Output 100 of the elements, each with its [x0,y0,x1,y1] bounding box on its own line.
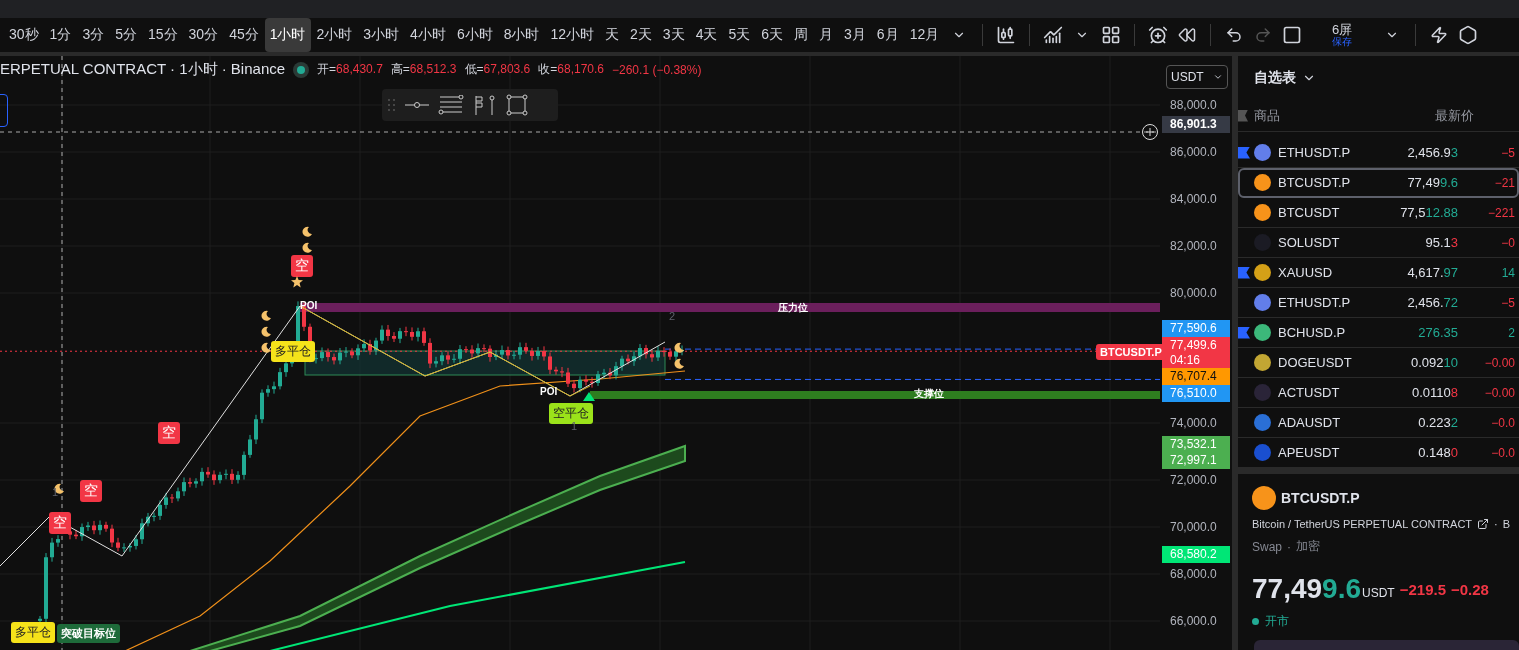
candle [110,524,114,548]
price-tick: 68,000.0 [1170,567,1217,581]
timeframe-tab[interactable]: 3月 [839,18,871,52]
timeframe-tab[interactable]: 8小时 [498,18,545,52]
timeframe-tab[interactable]: 3小时 [358,18,405,52]
currency-dropdown[interactable]: USDT [1166,65,1228,89]
candle [488,344,492,363]
column-header[interactable]: 商品 [1254,106,1374,125]
symbol-type: Swap [1252,539,1283,554]
flag-line-icon[interactable] [473,94,497,116]
chart-area[interactable] [0,56,1232,650]
timeframe-tab[interactable]: 月 [814,18,839,52]
price-change: −0 [1500,235,1516,250]
symbol-name: BTCUSDT.P [1278,175,1352,190]
candle [518,342,522,360]
candle [398,327,402,344]
symbol-name: XAUUSD [1278,265,1334,280]
column-header[interactable]: 最新价 [1374,106,1474,125]
watchlist-row[interactable]: ACTUSDT 0.01108 −0.00 [1238,378,1519,408]
price-tick: 74,000.0 [1170,416,1217,430]
timeframe-tab[interactable]: 3天 [657,18,690,52]
horizontal-line-icon[interactable] [405,100,429,110]
price-change: −5 [1500,145,1516,160]
coin-icon [1252,486,1276,510]
watchlist-row[interactable]: DOGEUSDT 0.09210 −0.00 [1238,348,1519,378]
watchlist-row[interactable]: BTCUSDT.P 77,499.6 −21 [1238,168,1519,198]
candle [578,375,582,393]
symbol-name: ETHUSDT.P [1278,145,1352,160]
timeframe-tab[interactable]: 2天 [625,18,657,52]
last-price: 4,617.97 [1406,265,1458,280]
candle [392,331,396,343]
candle [86,521,90,532]
candle [170,493,174,504]
timeframe-tab[interactable]: 5天 [723,18,756,52]
timeframe-tab[interactable]: 45分 [224,18,264,52]
watchlist-row[interactable]: ADAUSDT 0.2232 −0.0 [1238,408,1519,438]
candle [212,469,216,486]
candle [572,379,576,394]
candle [368,339,372,356]
watchlist-row[interactable]: BCHUSD.P 276.35 2 [1238,318,1519,348]
candle [332,353,336,365]
candle [206,466,210,479]
timeframe-tab[interactable]: 30秒 [4,18,44,52]
timeframe-tab[interactable]: 6月 [871,18,904,52]
timeframe-tab[interactable]: 6小时 [451,18,498,52]
watchlist-row[interactable]: SOLUSDT 95.13 −0 [1238,228,1519,258]
signal-tag: 空 [49,512,71,534]
fib-lines-icon[interactable] [438,95,464,115]
timeframe-tab[interactable]: 天 [600,18,625,52]
candle [482,343,486,353]
candle [620,355,624,372]
timeframe-tab[interactable]: 5分 [110,18,142,52]
last-price: 0.1480 [1417,445,1458,460]
last-price: 77,499.6 [1252,573,1361,605]
candle [260,388,264,424]
timeframe-tab[interactable]: 15分 [142,18,183,52]
candle [242,450,246,481]
watchlist-row[interactable]: BTCUSDT 77,512.88 −221 [1238,198,1519,228]
last-price: 77,512.88 [1399,205,1458,220]
watchlist-title[interactable]: 自选表 [1254,69,1296,87]
candle [644,344,648,359]
currency-label: USDT [1362,586,1395,600]
crescent-moon-icon [53,483,65,495]
drag-handle-icon[interactable] [388,98,396,112]
timeframe-tab[interactable]: 2小时 [311,18,358,52]
candle [338,347,342,365]
timeframe-tab[interactable]: 12月 [904,18,945,52]
watchlist-row[interactable]: ETHUSDT.P 2,456.93 −5 [1238,138,1519,168]
symbol-name: BTCUSDT [1278,205,1341,220]
candle [512,350,516,360]
candle [554,366,558,376]
candle [266,384,270,398]
watchlist-row[interactable]: XAUUSD 4,617.97 14 [1238,258,1519,288]
timeframe-tab[interactable]: 3分 [77,18,110,52]
candle [194,477,198,489]
candle [596,370,600,387]
timeframe-tab[interactable]: 1分 [44,18,77,52]
watchlist-row[interactable]: ETHUSDT.P 2,456.72 −5 [1238,288,1519,318]
price-tag: 76,510.0 [1162,385,1230,402]
price-tick: 80,000.0 [1170,286,1217,300]
candle [344,346,348,358]
timeframe-tab[interactable]: 12小时 [545,18,600,52]
price-change: −21 [1493,175,1516,190]
watchlist-row[interactable]: APEUSDT 0.1480 −0.0 [1238,438,1519,468]
last-price: 77,499.6 [1406,175,1458,190]
external-link-icon[interactable] [1477,518,1490,530]
candle [320,347,324,362]
price-tick: 86,000.0 [1170,145,1217,159]
layout-button[interactable]: 6屏 保存 [1307,18,1378,52]
timeframe-tab[interactable]: 1小时 [264,18,311,52]
candle [326,348,330,363]
last-price: 0.09210 [1410,355,1458,370]
timeframe-tab[interactable]: 30分 [183,18,224,52]
exchange-name: B [1502,518,1511,530]
timeframe-tab[interactable]: 4天 [690,18,723,52]
timeframe-tab[interactable]: 周 [789,18,814,52]
timeframe-tab[interactable]: 6天 [756,18,789,52]
timeframe-tab[interactable]: 4小时 [405,18,451,52]
plus-circle-icon[interactable] [1141,123,1159,141]
rectangle-icon[interactable] [506,94,528,116]
